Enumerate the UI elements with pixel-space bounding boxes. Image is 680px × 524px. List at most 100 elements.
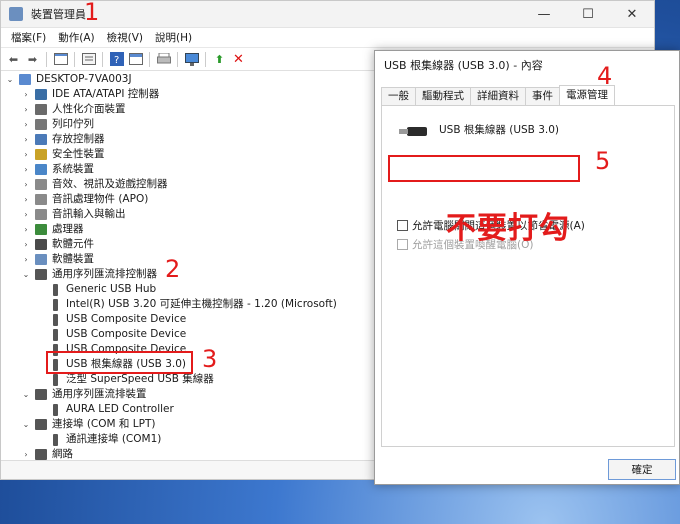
highlight-allow-turn-off [388, 155, 580, 182]
tree-item-label: AURA LED Controller [66, 403, 174, 415]
usb-device-icon [53, 298, 58, 311]
tree-item-label: 軟體元件 [52, 238, 94, 250]
tree-item-label: 通用序列匯流排控制器 [52, 268, 157, 280]
back-arrow-icon[interactable]: ⬅ [5, 51, 22, 68]
minimize-icon[interactable]: — [522, 1, 566, 27]
scan-hardware-icon[interactable] [183, 51, 200, 68]
chevron-right-icon[interactable]: › [21, 102, 31, 117]
annotation-note: 不要打勾 [446, 211, 570, 246]
close-icon[interactable]: ✕ [610, 1, 654, 27]
menu-help[interactable]: 說明(H) [149, 30, 198, 45]
category-icon [35, 449, 47, 460]
chevron-right-icon[interactable]: › [21, 117, 31, 132]
menu-view[interactable]: 檢視(V) [101, 30, 149, 45]
tree-category[interactable]: › 安全性裝置 [21, 147, 105, 162]
tree-item-label: 列印佇列 [52, 118, 94, 130]
chevron-right-icon[interactable]: › [21, 222, 31, 237]
maximize-icon[interactable]: ☐ [566, 1, 610, 27]
tree-item-label: USB Composite Device [66, 328, 187, 340]
device-manager-icon [9, 7, 23, 21]
tree-item-label: 處理器 [52, 223, 84, 235]
tree-item-label: 系統裝置 [52, 163, 94, 175]
category-icon [35, 224, 47, 235]
show-hide-tree-icon[interactable] [52, 51, 69, 68]
tree-category[interactable]: › IDE ATA/ATAPI 控制器 [21, 87, 159, 102]
forward-arrow-icon[interactable]: ➡ [24, 51, 41, 68]
tree-category[interactable]: › 軟體元件 [21, 237, 94, 252]
tree-item-label: 通訊連接埠 (COM1) [66, 433, 162, 445]
chevron-right-icon[interactable]: › [21, 147, 31, 162]
dialog-title: USB 根集線器 (USB 3.0) - 內容 [384, 59, 543, 72]
tree-category[interactable]: › 音訊處理物件 (APO) [21, 192, 148, 207]
tree-device[interactable]: Intel(R) USB 3.20 可延伸主機控制器 - 1.20 (Micro… [41, 297, 337, 312]
annotation-1: 1 [84, 0, 100, 26]
tab-driver[interactable]: 驅動程式 [415, 87, 471, 105]
chevron-right-icon[interactable]: › [21, 207, 31, 222]
tree-item-label: 人性化介面裝置 [52, 103, 126, 115]
tree-device[interactable]: 通訊連接埠 (COM1) [41, 432, 161, 447]
menu-action[interactable]: 動作(A) [52, 30, 100, 45]
tree-category[interactable]: ⌄ 通用序列匯流排裝置 [21, 387, 147, 402]
tree-item-label: Intel(R) USB 3.20 可延伸主機控制器 - 1.20 (Micro… [66, 298, 337, 310]
tree-category[interactable]: › 處理器 [21, 222, 84, 237]
usb-device-icon [53, 403, 58, 416]
properties-icon[interactable] [80, 51, 97, 68]
tree-device[interactable]: USB Composite Device [41, 312, 186, 327]
chevron-down-icon[interactable]: ⌄ [21, 387, 31, 402]
tree-category[interactable]: › 人性化介面裝置 [21, 102, 126, 117]
chevron-right-icon[interactable]: › [21, 252, 31, 267]
chevron-right-icon[interactable]: › [21, 162, 31, 177]
tree-item-label: USB Composite Device [66, 313, 187, 325]
category-icon [35, 239, 47, 250]
tree-item-label: 軟體裝置 [52, 253, 94, 265]
category-icon [35, 179, 47, 190]
annotation-5: 5 [595, 147, 611, 175]
tree-category[interactable]: › 存放控制器 [21, 132, 105, 147]
tree-category[interactable]: ⌄ 連接埠 (COM 和 LPT) [21, 417, 155, 432]
tree-category[interactable]: › 音訊輸入與輸出 [21, 207, 126, 222]
tree-category[interactable]: › 音效、視訊及遊戲控制器 [21, 177, 168, 192]
tree-category[interactable]: ⌄ 通用序列匯流排控制器 [21, 267, 157, 282]
annotation-2: 2 [165, 255, 181, 283]
tree-device[interactable]: AURA LED Controller [41, 402, 174, 417]
tree-device[interactable]: Generic USB Hub [41, 282, 156, 297]
menu-file[interactable]: 檔案(F) [5, 30, 52, 45]
ok-button[interactable]: 確定 [608, 459, 676, 480]
tree-item-label: 泛型 SuperSpeed USB 集線器 [66, 373, 214, 385]
tab-events[interactable]: 事件 [525, 87, 560, 105]
tree-category[interactable]: › 列印佇列 [21, 117, 94, 132]
tree-device[interactable]: USB Composite Device [41, 327, 186, 342]
chevron-right-icon[interactable]: › [21, 87, 31, 102]
chevron-right-icon[interactable]: › [21, 132, 31, 147]
uninstall-icon[interactable]: ✕ [230, 51, 247, 68]
tree-category[interactable]: › 系統裝置 [21, 162, 94, 177]
print-icon[interactable] [155, 51, 172, 68]
chevron-right-icon[interactable]: › [21, 192, 31, 207]
view-icon[interactable] [127, 51, 144, 68]
tree-device[interactable]: 泛型 SuperSpeed USB 集線器 [41, 372, 214, 387]
tree-item-label: 音效、視訊及遊戲控制器 [52, 178, 168, 190]
category-icon [35, 419, 47, 430]
tree-item-label: Generic USB Hub [66, 283, 157, 295]
tab-general[interactable]: 一般 [381, 87, 416, 105]
usb-device-icon [53, 313, 58, 326]
chevron-right-icon[interactable]: › [21, 237, 31, 252]
tab-details[interactable]: 詳細資料 [470, 87, 526, 105]
allow-turn-off-checkbox[interactable] [397, 220, 408, 231]
usb-device-icon [53, 328, 58, 341]
computer-icon [19, 74, 31, 85]
menu-bar: 檔案(F) 動作(A) 檢視(V) 說明(H) [1, 28, 654, 48]
chevron-down-icon[interactable]: ⌄ [5, 72, 15, 87]
tree-item-label: 安全性裝置 [52, 148, 105, 160]
category-icon [35, 269, 47, 280]
usb-device-icon [53, 283, 58, 296]
help-icon[interactable]: ? [108, 51, 125, 68]
chevron-down-icon[interactable]: ⌄ [21, 267, 31, 282]
tree-category[interactable]: › 軟體裝置 [21, 252, 94, 267]
window-title: 裝置管理員 [31, 8, 86, 21]
highlight-usb-root-hub [46, 351, 193, 374]
tree-root[interactable]: ⌄ DESKTOP-7VA003J [5, 72, 132, 87]
chevron-down-icon[interactable]: ⌄ [21, 417, 31, 432]
add-driver-icon[interactable]: ⬆ [211, 51, 228, 68]
chevron-right-icon[interactable]: › [21, 177, 31, 192]
